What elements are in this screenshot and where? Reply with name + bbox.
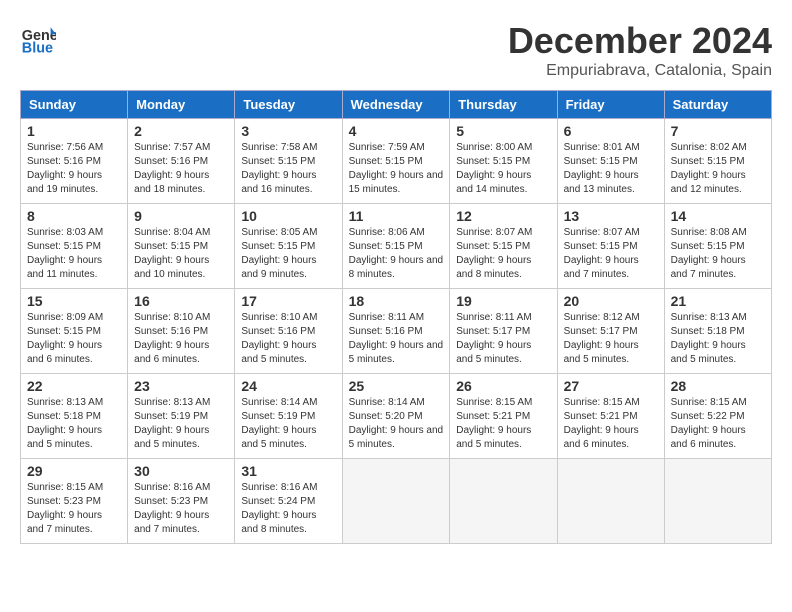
table-row: 9Sunrise: 8:04 AMSunset: 5:15 PMDaylight… <box>128 204 235 289</box>
header-monday: Monday <box>128 91 235 119</box>
table-row: 28Sunrise: 8:15 AMSunset: 5:22 PMDayligh… <box>664 374 771 459</box>
table-row: 6Sunrise: 8:01 AMSunset: 5:15 PMDaylight… <box>557 119 664 204</box>
table-row: 7Sunrise: 8:02 AMSunset: 5:15 PMDaylight… <box>664 119 771 204</box>
table-row: 25Sunrise: 8:14 AMSunset: 5:20 PMDayligh… <box>342 374 450 459</box>
calendar-week: 8Sunrise: 8:03 AMSunset: 5:15 PMDaylight… <box>21 204 772 289</box>
table-row: 10Sunrise: 8:05 AMSunset: 5:15 PMDayligh… <box>235 204 342 289</box>
table-row: 30Sunrise: 8:16 AMSunset: 5:23 PMDayligh… <box>128 459 235 544</box>
table-row: 15Sunrise: 8:09 AMSunset: 5:15 PMDayligh… <box>21 289 128 374</box>
table-row: 17Sunrise: 8:10 AMSunset: 5:16 PMDayligh… <box>235 289 342 374</box>
table-row: 2Sunrise: 7:57 AMSunset: 5:16 PMDaylight… <box>128 119 235 204</box>
calendar-week: 1Sunrise: 7:56 AMSunset: 5:16 PMDaylight… <box>21 119 772 204</box>
table-row <box>557 459 664 544</box>
calendar-week: 29Sunrise: 8:15 AMSunset: 5:23 PMDayligh… <box>21 459 772 544</box>
location-title: Empuriabrava, Catalonia, Spain <box>508 62 772 80</box>
table-row: 21Sunrise: 8:13 AMSunset: 5:18 PMDayligh… <box>664 289 771 374</box>
table-row <box>664 459 771 544</box>
table-row: 18Sunrise: 8:11 AMSunset: 5:16 PMDayligh… <box>342 289 450 374</box>
table-row: 14Sunrise: 8:08 AMSunset: 5:15 PMDayligh… <box>664 204 771 289</box>
table-row: 12Sunrise: 8:07 AMSunset: 5:15 PMDayligh… <box>450 204 557 289</box>
table-row: 27Sunrise: 8:15 AMSunset: 5:21 PMDayligh… <box>557 374 664 459</box>
header-friday: Friday <box>557 91 664 119</box>
month-title: December 2024 <box>508 20 772 62</box>
table-row <box>342 459 450 544</box>
header-thursday: Thursday <box>450 91 557 119</box>
header-wednesday: Wednesday <box>342 91 450 119</box>
table-row: 4Sunrise: 7:59 AMSunset: 5:15 PMDaylight… <box>342 119 450 204</box>
table-row: 1Sunrise: 7:56 AMSunset: 5:16 PMDaylight… <box>21 119 128 204</box>
table-row: 24Sunrise: 8:14 AMSunset: 5:19 PMDayligh… <box>235 374 342 459</box>
table-row <box>450 459 557 544</box>
table-row: 26Sunrise: 8:15 AMSunset: 5:21 PMDayligh… <box>450 374 557 459</box>
table-row: 13Sunrise: 8:07 AMSunset: 5:15 PMDayligh… <box>557 204 664 289</box>
table-row: 19Sunrise: 8:11 AMSunset: 5:17 PMDayligh… <box>450 289 557 374</box>
table-row: 31Sunrise: 8:16 AMSunset: 5:24 PMDayligh… <box>235 459 342 544</box>
table-row: 5Sunrise: 8:00 AMSunset: 5:15 PMDaylight… <box>450 119 557 204</box>
weekday-header-row: Sunday Monday Tuesday Wednesday Thursday… <box>21 91 772 119</box>
table-row: 20Sunrise: 8:12 AMSunset: 5:17 PMDayligh… <box>557 289 664 374</box>
table-row: 29Sunrise: 8:15 AMSunset: 5:23 PMDayligh… <box>21 459 128 544</box>
table-row: 11Sunrise: 8:06 AMSunset: 5:15 PMDayligh… <box>342 204 450 289</box>
logo-icon: General Blue <box>20 20 56 56</box>
table-row: 23Sunrise: 8:13 AMSunset: 5:19 PMDayligh… <box>128 374 235 459</box>
header-saturday: Saturday <box>664 91 771 119</box>
logo: General Blue <box>20 20 56 56</box>
calendar-week: 22Sunrise: 8:13 AMSunset: 5:18 PMDayligh… <box>21 374 772 459</box>
table-row: 16Sunrise: 8:10 AMSunset: 5:16 PMDayligh… <box>128 289 235 374</box>
svg-text:Blue: Blue <box>22 40 53 56</box>
table-row: 3Sunrise: 7:58 AMSunset: 5:15 PMDaylight… <box>235 119 342 204</box>
calendar: Sunday Monday Tuesday Wednesday Thursday… <box>20 90 772 544</box>
header-tuesday: Tuesday <box>235 91 342 119</box>
header: General Blue December 2024 Empuriabrava,… <box>20 20 772 80</box>
header-sunday: Sunday <box>21 91 128 119</box>
title-section: December 2024 Empuriabrava, Catalonia, S… <box>508 20 772 80</box>
table-row: 22Sunrise: 8:13 AMSunset: 5:18 PMDayligh… <box>21 374 128 459</box>
calendar-week: 15Sunrise: 8:09 AMSunset: 5:15 PMDayligh… <box>21 289 772 374</box>
table-row: 8Sunrise: 8:03 AMSunset: 5:15 PMDaylight… <box>21 204 128 289</box>
